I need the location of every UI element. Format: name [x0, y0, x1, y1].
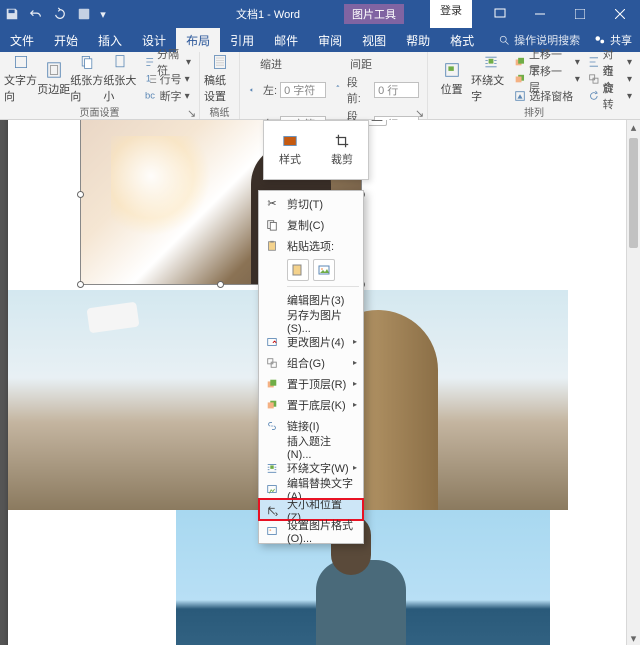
login-button[interactable]: 登录	[430, 0, 472, 28]
menu-insert-caption[interactable]: 插入题注(N)...	[259, 436, 363, 457]
tab-review[interactable]: 审阅	[308, 28, 352, 52]
context-menu: ✂剪切(T) 复制(C) 粘贴选项: 编辑图片(3) 另存为图片(S)... 更…	[258, 190, 364, 544]
size-position-icon	[266, 503, 280, 517]
qat-customize-button[interactable]	[72, 0, 96, 28]
menu-save-as-picture[interactable]: 另存为图片(S)...	[259, 310, 363, 331]
line-numbers-button[interactable]: 1行号▾	[145, 71, 191, 87]
paste-option-keep-source[interactable]	[287, 259, 309, 281]
menu-bring-to-front[interactable]: 置于顶层(R)▸	[259, 373, 363, 394]
tab-view[interactable]: 视图	[352, 28, 396, 52]
orientation-button[interactable]: 纸张方向	[70, 54, 103, 104]
manuscript-button[interactable]: 稿纸设置	[204, 54, 235, 104]
tab-file[interactable]: 文件	[0, 28, 44, 52]
tab-insert[interactable]: 插入	[88, 28, 132, 52]
page-setup-dialog-launcher[interactable]: ↘	[187, 107, 197, 117]
cut-icon: ✂	[265, 197, 279, 211]
menu-format-picture[interactable]: 设置图片格式(O)...	[259, 520, 363, 541]
maximize-button[interactable]	[560, 0, 600, 28]
menu-paste-options-label: 粘贴选项:	[259, 235, 363, 256]
wrap-text-button[interactable]: 环绕文字	[471, 54, 510, 104]
resize-handle[interactable]	[77, 281, 84, 288]
group-icon	[265, 356, 279, 370]
svg-text:bc: bc	[145, 90, 155, 101]
mini-toolbar: 样式 裁剪	[263, 120, 369, 180]
ribbon: 文字方向 页边距 纸张方向 纸张大小 分隔符▾ 1行号▾ bc断字▾ 页面设置 …	[0, 52, 640, 120]
menu-change-picture[interactable]: 更改图片(4)▸	[259, 331, 363, 352]
change-picture-icon	[265, 335, 279, 349]
breaks-button[interactable]: 分隔符▾	[145, 54, 191, 70]
close-button[interactable]	[600, 0, 640, 28]
wrap-text-icon	[265, 461, 279, 475]
resize-handle[interactable]	[217, 281, 224, 288]
link-icon	[265, 419, 279, 433]
indent-left[interactable]: 左:0 字符	[248, 74, 326, 106]
tab-mailings[interactable]: 邮件	[264, 28, 308, 52]
format-picture-icon	[265, 524, 279, 538]
qat-dropdown[interactable]: ▾	[96, 0, 110, 28]
scroll-thumb[interactable]	[629, 138, 638, 248]
redo-button[interactable]	[48, 0, 72, 28]
window-title: 文档1 - Word 图片工具	[236, 4, 404, 24]
paragraph-dialog-launcher[interactable]: ↘	[415, 107, 425, 117]
scroll-up-button[interactable]: ▴	[627, 120, 640, 134]
tab-format[interactable]: 格式	[440, 28, 484, 52]
rotate-button[interactable]: 旋转▾	[588, 88, 632, 104]
paste-icon	[265, 239, 279, 253]
send-backward-button[interactable]: 下移一层 ▾	[514, 71, 580, 87]
tab-home[interactable]: 开始	[44, 28, 88, 52]
vertical-scrollbar[interactable]: ▴ ▾	[626, 120, 640, 645]
alt-text-icon	[265, 482, 279, 496]
bring-front-icon	[265, 377, 279, 391]
margins-button[interactable]: 页边距	[37, 54, 70, 104]
position-button[interactable]: 位置	[432, 54, 471, 104]
minimize-button[interactable]	[520, 0, 560, 28]
tab-references[interactable]: 引用	[220, 28, 264, 52]
text-direction-button[interactable]: 文字方向	[4, 54, 37, 104]
menu-copy[interactable]: 复制(C)	[259, 214, 363, 235]
size-button[interactable]: 纸张大小	[103, 54, 136, 104]
title-bar: ▾ 文档1 - Word 图片工具 登录	[0, 0, 640, 28]
copy-icon	[265, 218, 279, 232]
group-label-page-setup: 页面设置	[4, 104, 195, 118]
hyphenation-button[interactable]: bc断字▾	[145, 88, 191, 104]
paste-option-picture[interactable]	[313, 259, 335, 281]
group-label-arrange: 排列	[432, 104, 636, 118]
menu-send-to-back[interactable]: 置于底层(K)▸	[259, 394, 363, 415]
tab-help[interactable]: 帮助	[396, 28, 440, 52]
group-label-manuscript: 稿纸	[204, 104, 235, 118]
quick-access-toolbar: ▾	[0, 0, 110, 28]
spacing-before[interactable]: 段前:0 行	[332, 74, 419, 106]
scroll-down-button[interactable]: ▾	[627, 631, 640, 645]
ribbon-options-button[interactable]	[480, 0, 520, 28]
send-back-icon	[265, 398, 279, 412]
menu-group[interactable]: 组合(G)▸	[259, 352, 363, 373]
contextual-tab-label: 图片工具	[344, 4, 404, 24]
menu-cut[interactable]: ✂剪切(T)	[259, 193, 363, 214]
selection-pane-button[interactable]: 选择窗格	[514, 88, 580, 104]
save-button[interactable]	[0, 0, 24, 28]
crop-button[interactable]: 裁剪	[316, 121, 368, 179]
layout-options-button[interactable]	[367, 120, 387, 126]
resize-handle[interactable]	[77, 191, 84, 198]
svg-text:1: 1	[145, 73, 150, 84]
style-button[interactable]: 样式	[264, 121, 316, 179]
undo-button[interactable]	[24, 0, 48, 28]
